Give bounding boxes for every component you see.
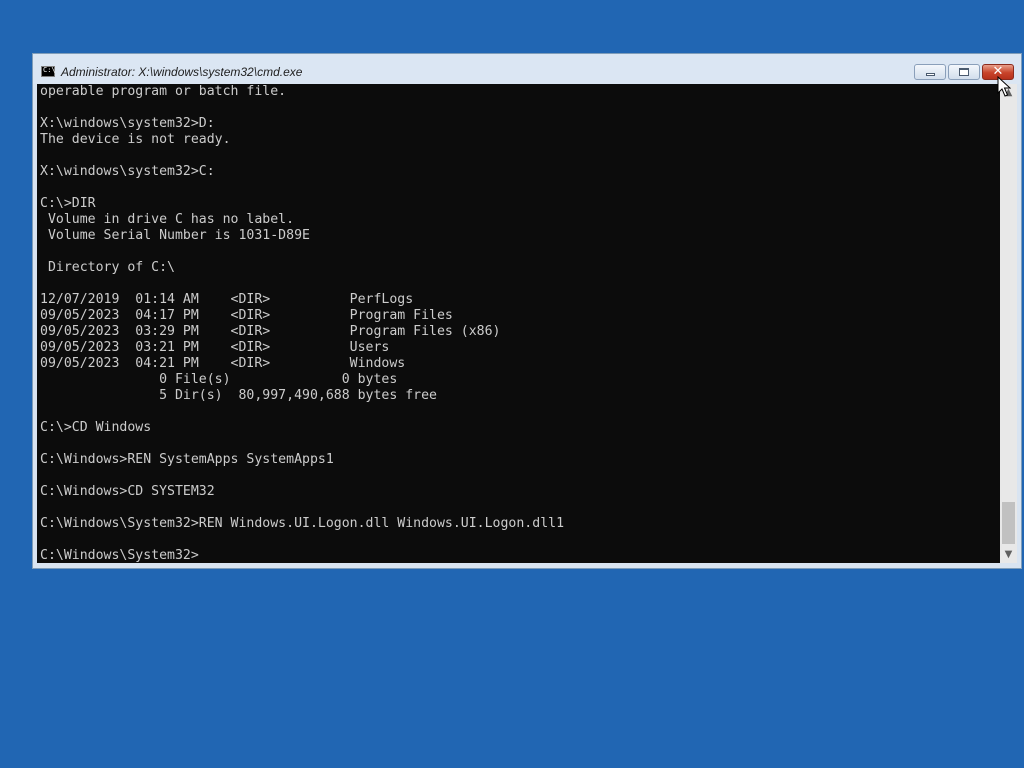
console-line: C:\Windows>REN SystemApps SystemApps1	[40, 452, 334, 467]
cmd-icon: C:\	[41, 66, 56, 77]
console-line: operable program or batch file.	[40, 84, 287, 99]
console-line: X:\windows\system32>C:	[40, 164, 215, 179]
window-title: Administrator: X:\windows\system32\cmd.e…	[61, 65, 303, 79]
minimize-button[interactable]	[914, 64, 946, 80]
maximize-icon	[959, 68, 969, 76]
console-line: 5 Dir(s) 80,997,490,688 bytes free	[40, 388, 437, 403]
console-line: C:\Windows\System32>	[40, 548, 199, 563]
console-line: Directory of C:\	[40, 260, 175, 275]
maximize-button[interactable]	[948, 64, 980, 80]
console-line: 12/07/2019 01:14 AM <DIR> PerfLogs	[40, 292, 414, 307]
console-line: C:\Windows>CD SYSTEM32	[40, 484, 215, 499]
console-line: 0 File(s) 0 bytes	[40, 372, 398, 387]
console-line: C:\>CD Windows	[40, 420, 152, 435]
console-line: Volume Serial Number is 1031-D89E	[40, 228, 310, 243]
title-bar[interactable]: C:\ Administrator: X:\windows\system32\c…	[33, 54, 1021, 84]
console-line: 09/05/2023 04:17 PM <DIR> Program Files	[40, 308, 453, 323]
console-line: C:\>DIR	[40, 196, 96, 211]
scroll-thumb[interactable]	[1002, 502, 1015, 544]
console-line: C:\Windows\System32>REN Windows.UI.Logon…	[40, 516, 565, 531]
console-line: 09/05/2023 04:21 PM <DIR> Windows	[40, 356, 406, 371]
console-line: 09/05/2023 03:29 PM <DIR> Program Files …	[40, 324, 501, 339]
minimize-icon	[926, 73, 935, 76]
console-lines: operable program or batch file. X:\window…	[40, 84, 564, 563]
vertical-scrollbar[interactable]: ▲ ▼	[1000, 84, 1017, 563]
console-line: The device is not ready.	[40, 132, 231, 147]
console-line: 09/05/2023 03:21 PM <DIR> Users	[40, 340, 390, 355]
console-output[interactable]: operable program or batch file. X:\window…	[37, 84, 1000, 563]
console-line: X:\windows\system32>D:	[40, 116, 215, 131]
cmd-window: C:\ Administrator: X:\windows\system32\c…	[32, 53, 1022, 569]
console-line: Volume in drive C has no label.	[40, 212, 295, 227]
mouse-pointer-icon	[997, 76, 1011, 97]
scroll-down-icon[interactable]: ▼	[1000, 546, 1017, 563]
